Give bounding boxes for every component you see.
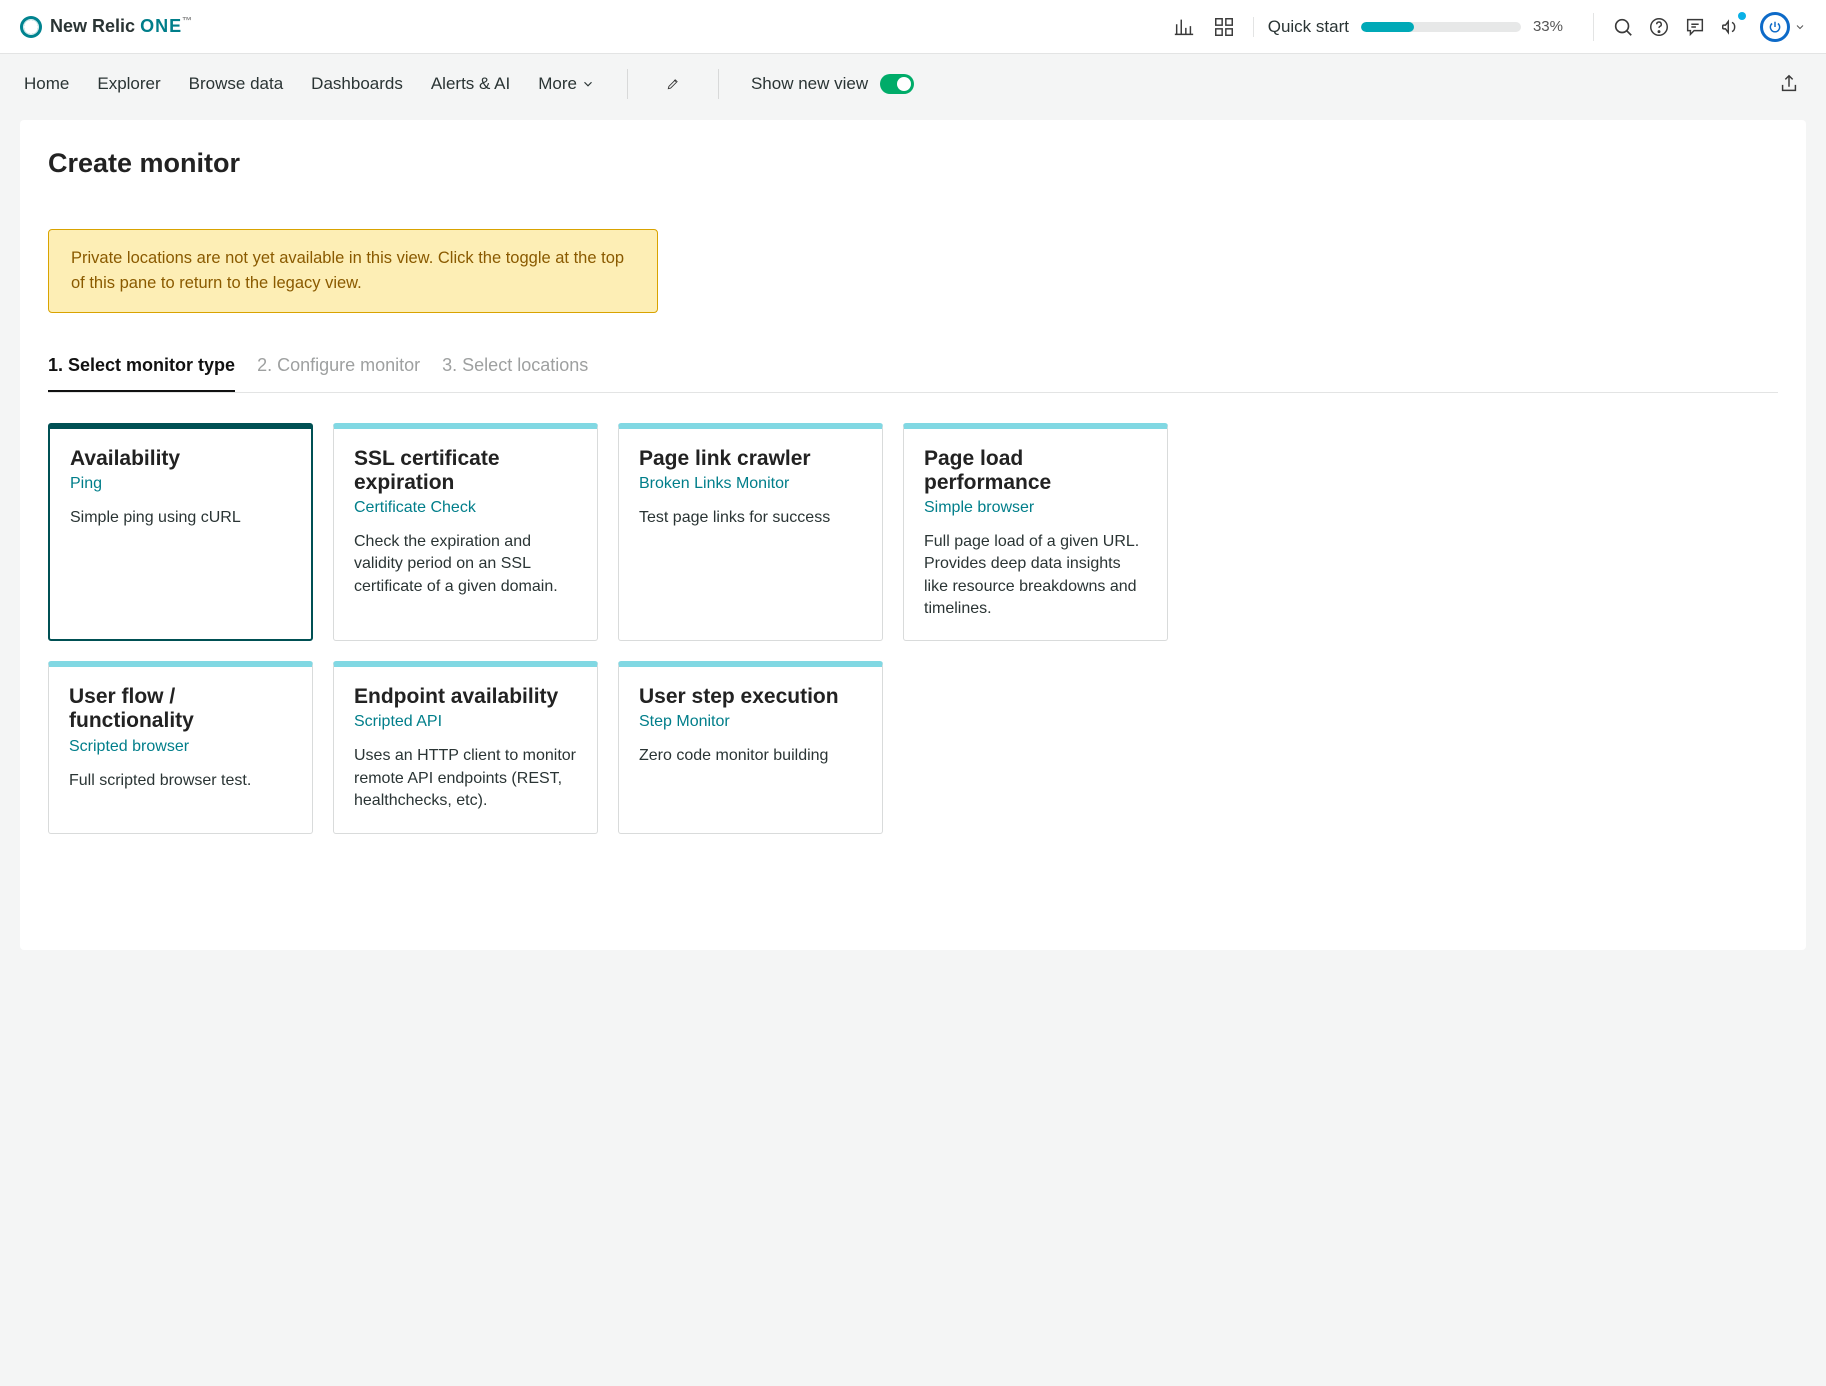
nav-more[interactable]: More: [538, 74, 595, 94]
wizard-steps: 1. Select monitor type 2. Configure moni…: [48, 355, 1778, 393]
nav-explorer[interactable]: Explorer: [97, 74, 160, 94]
quick-start-progress: [1361, 22, 1521, 32]
card-description: Uses an HTTP client to monitor remote AP…: [354, 745, 577, 812]
card-subtitle: Step Monitor: [639, 713, 862, 731]
card-subtitle: Simple browser: [924, 499, 1147, 517]
chart-icon[interactable]: [1171, 14, 1197, 40]
account-menu[interactable]: [1760, 12, 1806, 42]
announcements-icon[interactable]: [1718, 14, 1744, 40]
subnav-divider-2: [718, 69, 719, 99]
quick-start-group[interactable]: Quick start 33%: [1253, 17, 1577, 37]
nav-alerts-ai[interactable]: Alerts & AI: [431, 74, 510, 94]
subnav: Home Explorer Browse data Dashboards Ale…: [0, 54, 1826, 114]
quick-start-percent: 33%: [1533, 18, 1563, 35]
card-ssl-certificate[interactable]: SSL certificate expiration Certificate C…: [333, 423, 598, 642]
subnav-divider: [627, 69, 628, 99]
toggle-switch[interactable]: [880, 74, 914, 94]
card-description: Zero code monitor building: [639, 745, 862, 767]
header-divider: [1593, 13, 1594, 41]
card-page-link-crawler[interactable]: Page link crawler Broken Links Monitor T…: [618, 423, 883, 642]
chevron-down-icon: [1794, 21, 1806, 33]
card-description: Full scripted browser test.: [69, 770, 292, 792]
nav-dashboards[interactable]: Dashboards: [311, 74, 403, 94]
logo-icon: [20, 16, 42, 38]
nav-home[interactable]: Home: [24, 74, 69, 94]
chevron-down-icon: [581, 77, 595, 91]
avatar-icon: [1760, 12, 1790, 42]
edit-icon[interactable]: [660, 71, 686, 97]
main-panel: Create monitor Private locations are not…: [20, 120, 1806, 950]
card-subtitle: Ping: [70, 475, 291, 493]
card-description: Test page links for success: [639, 507, 862, 529]
header-icon-group-left: [1171, 14, 1243, 40]
brand-name: New Relic: [50, 16, 135, 36]
brand-text: New Relic ONE™: [50, 16, 192, 37]
brand-suffix: ONE: [140, 16, 182, 36]
card-subtitle: Scripted API: [354, 713, 577, 731]
info-banner: Private locations are not yet available …: [48, 229, 658, 313]
card-title: Availability: [70, 447, 291, 471]
card-title: User step execution: [639, 685, 862, 709]
card-subtitle: Scripted browser: [69, 738, 292, 756]
show-new-view-toggle[interactable]: Show new view: [751, 74, 914, 94]
nav-browse-data[interactable]: Browse data: [189, 74, 284, 94]
card-endpoint-availability[interactable]: Endpoint availability Scripted API Uses …: [333, 661, 598, 833]
header-right: Quick start 33%: [1171, 12, 1806, 42]
card-user-step-execution[interactable]: User step execution Step Monitor Zero co…: [618, 661, 883, 833]
card-subtitle: Certificate Check: [354, 499, 577, 517]
help-icon[interactable]: [1646, 14, 1672, 40]
show-new-view-label: Show new view: [751, 74, 868, 94]
card-subtitle: Broken Links Monitor: [639, 475, 862, 493]
card-description: Full page load of a given URL. Provides …: [924, 531, 1147, 621]
step-configure-monitor[interactable]: 2. Configure monitor: [257, 355, 420, 392]
brand-tm: ™: [182, 16, 192, 27]
step-select-locations[interactable]: 3. Select locations: [442, 355, 588, 392]
app-header: New Relic ONE™ Quick start 33%: [0, 0, 1826, 54]
monitor-type-cards: Availability Ping Simple ping using cURL…: [48, 423, 1778, 834]
feedback-icon[interactable]: [1682, 14, 1708, 40]
step-select-monitor-type[interactable]: 1. Select monitor type: [48, 355, 235, 392]
card-user-flow[interactable]: User flow / functionality Scripted brows…: [48, 661, 313, 833]
subnav-right: [1776, 71, 1802, 97]
card-description: Simple ping using cURL: [70, 507, 291, 529]
card-title: Page load performance: [924, 447, 1147, 495]
apps-grid-icon[interactable]: [1211, 14, 1237, 40]
subnav-left: Home Explorer Browse data Dashboards Ale…: [24, 69, 914, 99]
brand-logo[interactable]: New Relic ONE™: [20, 16, 192, 38]
card-title: Endpoint availability: [354, 685, 577, 709]
share-icon[interactable]: [1776, 71, 1802, 97]
card-title: SSL certificate expiration: [354, 447, 577, 495]
header-left: New Relic ONE™: [20, 16, 192, 38]
quick-start-label: Quick start: [1268, 17, 1349, 37]
nav-more-label: More: [538, 74, 577, 94]
card-title: Page link crawler: [639, 447, 862, 471]
card-page-load-performance[interactable]: Page load performance Simple browser Ful…: [903, 423, 1168, 642]
card-title: User flow / functionality: [69, 685, 292, 733]
card-description: Check the expiration and validity period…: [354, 531, 577, 598]
card-availability[interactable]: Availability Ping Simple ping using cURL: [48, 423, 313, 642]
progress-fill: [1361, 22, 1414, 32]
search-icon[interactable]: [1610, 14, 1636, 40]
page-title: Create monitor: [48, 148, 1778, 179]
